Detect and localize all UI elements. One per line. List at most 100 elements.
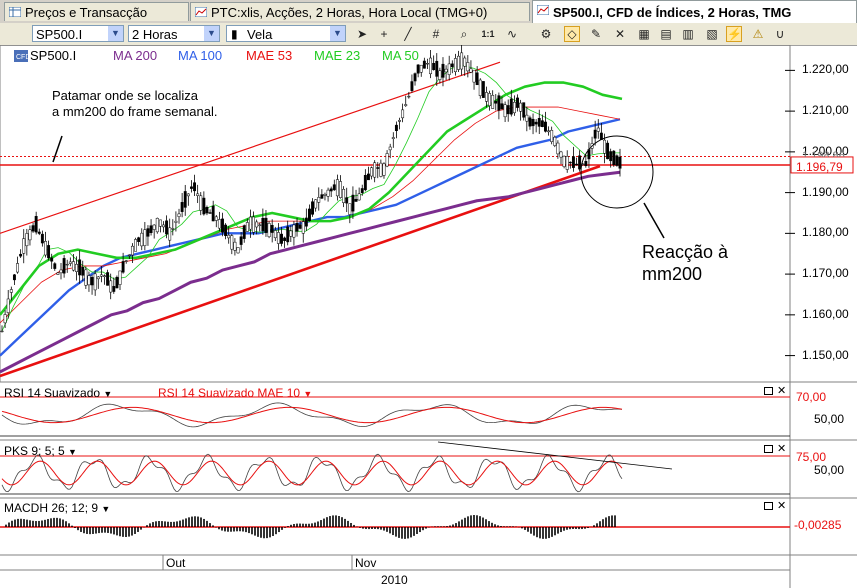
line-icon[interactable]: ╱	[400, 26, 416, 42]
candle-body	[466, 62, 470, 72]
candle-body	[221, 218, 224, 233]
close-icon[interactable]: ✕	[777, 444, 786, 455]
candle-body	[360, 188, 364, 193]
candle-body	[528, 117, 532, 127]
cursor-icon[interactable]: ➤	[354, 26, 370, 42]
candle-body	[165, 220, 169, 235]
candle-body	[373, 162, 377, 178]
one-to-one-icon[interactable]: 1:1	[480, 26, 496, 42]
candle-body	[28, 229, 32, 241]
chevron-down-icon[interactable]: ▼	[330, 26, 345, 41]
month-label-nov: Nov	[355, 556, 377, 570]
candle-body	[584, 161, 588, 167]
gear-icon[interactable]: ⚙	[538, 26, 554, 42]
tab-ptc[interactable]: PTC:xlis, Acções, 2 Horas, Hora Local (T…	[190, 2, 530, 21]
rsi-title-signal: RSI 14 Suavizado MAE 10	[158, 386, 301, 400]
candle-body	[71, 261, 75, 271]
pks-level-label: 75,00	[796, 450, 827, 464]
candle-body	[547, 130, 551, 133]
candle-body	[267, 223, 271, 238]
rsi-panel	[0, 396, 790, 437]
macd-panel	[0, 515, 790, 539]
candle-body	[87, 275, 91, 286]
rsi-title[interactable]: RSI 14 Suavizado ▼	[4, 386, 112, 400]
maximize-icon[interactable]	[764, 387, 773, 395]
symbol-value: SP500.I	[36, 27, 83, 42]
candle-body	[40, 233, 44, 244]
alert-icon[interactable]: ⚡	[726, 26, 742, 42]
candle-body	[404, 104, 408, 107]
tab-label: Preços e Transacção	[25, 5, 148, 20]
wave-icon[interactable]: ∿	[504, 26, 520, 42]
warning-icon[interactable]: ⚠	[750, 26, 766, 42]
timeframe-combo[interactable]: 2 Horas ▼	[128, 25, 220, 42]
candle-body	[152, 224, 156, 230]
chevron-down-icon[interactable]: ▼	[108, 26, 123, 41]
candle-body	[99, 274, 103, 277]
maximize-icon[interactable]	[764, 502, 773, 510]
candle-body	[286, 226, 290, 243]
template-icon[interactable]: ▦	[636, 26, 652, 42]
candle-body	[44, 241, 47, 256]
rsi-signal-title[interactable]: RSI 14 Suavizado MAE 10 ▼	[158, 386, 312, 400]
eraser-icon[interactable]: ◇	[564, 26, 580, 42]
chart-canvas[interactable]	[0, 45, 857, 588]
price-tick-label: 1.160,00	[802, 306, 849, 321]
candle-body	[239, 236, 243, 245]
candle-body	[137, 237, 141, 242]
candle-body	[351, 194, 355, 212]
candle-body	[22, 238, 26, 254]
cross-icon[interactable]: ✕	[612, 26, 628, 42]
candle-body	[460, 52, 464, 70]
candle-body	[93, 273, 97, 291]
candle-body	[252, 216, 255, 233]
maximize-icon[interactable]	[764, 445, 773, 453]
candle-body	[248, 216, 252, 230]
candle-body	[78, 259, 82, 276]
crosshair-icon[interactable]: +	[376, 26, 392, 42]
candle-body	[177, 213, 181, 217]
candle-body	[525, 114, 529, 122]
price-tick-label: 1.150,00	[802, 347, 849, 362]
candle-body	[162, 224, 165, 228]
candle-body	[16, 263, 19, 273]
candle-body	[447, 63, 451, 75]
candle-body	[171, 228, 175, 230]
candle-body	[615, 155, 619, 166]
candle-body	[367, 173, 370, 181]
candle-body	[233, 241, 237, 251]
brush-icon[interactable]: ✎	[588, 26, 604, 42]
candle-body	[273, 230, 277, 239]
candle-body	[199, 195, 203, 211]
candle-body	[314, 199, 318, 209]
macd-title[interactable]: MACDH 26; 12; 9 ▼	[4, 501, 110, 515]
candle-body	[202, 197, 206, 215]
template-icon[interactable]: ▤	[658, 26, 674, 42]
pks-title[interactable]: PKS 9; 5; 5 ▼	[4, 444, 77, 458]
chart-style-combo[interactable]: ▮ Vela ▼	[226, 25, 346, 42]
chevron-down-icon[interactable]: ▼	[204, 26, 219, 41]
candle-body	[168, 227, 172, 241]
template-icon[interactable]: ▥	[680, 26, 696, 42]
candle-body	[208, 212, 212, 214]
template-icon[interactable]: ▧	[704, 26, 720, 42]
close-icon[interactable]: ✕	[777, 386, 786, 397]
zoom-icon[interactable]: ⌕	[456, 26, 472, 42]
close-icon[interactable]: ✕	[777, 501, 786, 512]
candle-body	[90, 277, 94, 286]
candle-body	[553, 136, 557, 146]
tab-sp500[interactable]: SP500.I, CFD de Índices, 2 Horas, TMG	[532, 0, 857, 23]
tab-precos[interactable]: Preços e Transacção	[4, 2, 189, 21]
candle-body	[12, 274, 16, 281]
grid-icon[interactable]: #	[428, 26, 444, 42]
candle-body	[559, 151, 563, 158]
candle-body	[429, 57, 433, 75]
magnet-icon[interactable]: ∪	[772, 26, 788, 42]
candle-body	[295, 223, 299, 232]
candle-body	[283, 237, 287, 241]
symbol-combo[interactable]: SP500.I ▼	[32, 25, 124, 42]
candle-body	[31, 225, 35, 232]
price-tick-label: 1.210,00	[802, 103, 849, 118]
candle-body	[407, 95, 411, 98]
candle-body	[180, 202, 184, 212]
